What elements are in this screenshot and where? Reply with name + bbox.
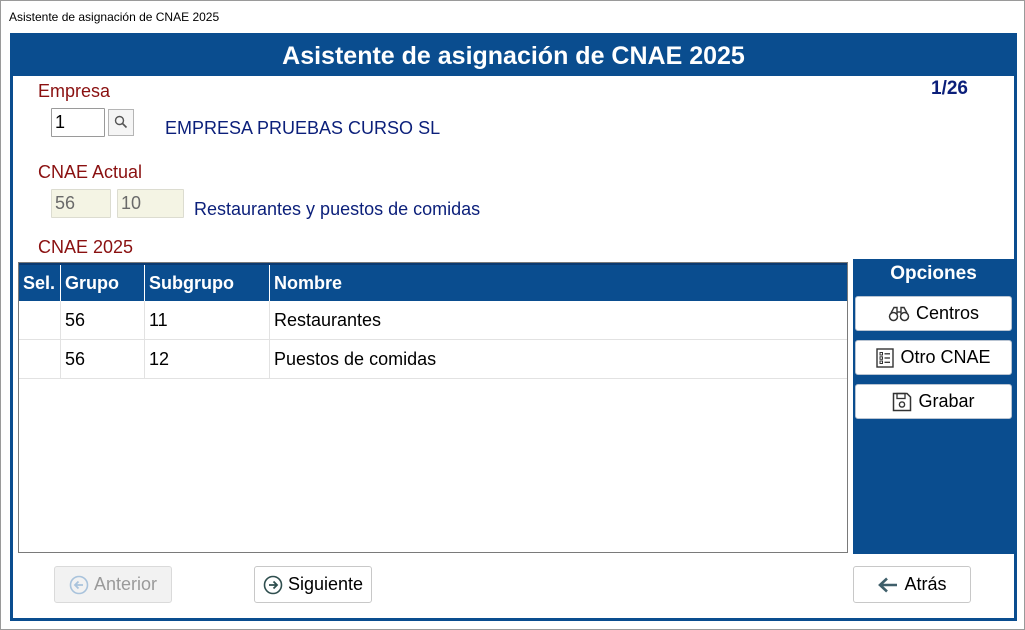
col-sel[interactable]: Sel. — [19, 265, 61, 301]
cnae-actual-grupo-field: 56 — [51, 189, 111, 218]
col-nombre[interactable]: Nombre — [270, 265, 847, 301]
empresa-search-button[interactable] — [108, 109, 134, 136]
page-title: Asistente de asignación de CNAE 2025 — [13, 36, 1014, 76]
grabar-button-label: Grabar — [918, 391, 975, 411]
centros-button[interactable]: Centros — [855, 296, 1012, 331]
cnae-actual-description: Restaurantes y puestos de comidas — [194, 199, 481, 219]
cell-grupo: 56 — [61, 340, 145, 378]
cell-grupo: 56 — [61, 301, 145, 339]
cell-sel[interactable] — [19, 301, 61, 339]
wizard-window: Asistente de asignación de CNAE 2025 Asi… — [0, 0, 1025, 630]
otro-cnae-button[interactable]: Otro CNAE — [855, 340, 1012, 375]
magnifier-icon — [114, 115, 128, 129]
options-title: Opciones — [890, 263, 977, 284]
cnae2025-table: Sel. Grupo Subgrupo Nombre 56 11 Restaur… — [18, 262, 848, 553]
otro-cnae-button-label: Otro CNAE — [900, 347, 991, 367]
circle-arrow-left-icon — [69, 575, 89, 594]
list-checklist-icon — [876, 347, 895, 368]
cnae2025-label: CNAE 2025 — [38, 237, 134, 257]
options-panel: Opciones Centros Otro CNAE Grabar — [853, 259, 1014, 554]
grabar-button[interactable]: Grabar — [855, 384, 1012, 419]
siguiente-button-label: Siguiente — [287, 574, 364, 594]
centros-button-label: Centros — [915, 303, 980, 323]
cell-sel[interactable] — [19, 340, 61, 378]
empresa-label: Empresa — [38, 81, 111, 101]
empresa-code-input[interactable]: 1 — [51, 108, 105, 137]
cell-subgrupo: 11 — [145, 301, 270, 339]
anterior-button[interactable]: Anterior — [54, 566, 172, 603]
cell-subgrupo: 12 — [145, 340, 270, 378]
cell-nombre: Puestos de comidas — [274, 349, 437, 369]
col-subgrupo[interactable]: Subgrupo — [145, 265, 270, 301]
window-title: Asistente de asignación de CNAE 2025 — [1, 1, 1024, 31]
arrow-left-icon — [878, 577, 898, 592]
wizard-frame: Asistente de asignación de CNAE 2025 1/2… — [10, 33, 1017, 621]
table-header: Sel. Grupo Subgrupo Nombre — [19, 263, 847, 301]
cell-nombre: Restaurantes — [274, 310, 382, 330]
empresa-name: EMPRESA PRUEBAS CURSO SL — [165, 118, 441, 138]
table-row[interactable]: 56 11 Restaurantes — [19, 301, 847, 340]
cnae-actual-label: CNAE Actual — [38, 162, 143, 182]
siguiente-button[interactable]: Siguiente — [254, 566, 372, 603]
binoculars-icon — [888, 306, 910, 321]
col-grupo[interactable]: Grupo — [61, 265, 145, 301]
cnae-actual-subgrupo-field: 10 — [117, 189, 184, 218]
atras-button-label: Atrás — [904, 574, 947, 594]
anterior-button-label: Anterior — [93, 574, 158, 594]
floppy-disk-icon — [893, 392, 912, 411]
circle-arrow-right-icon — [263, 575, 283, 594]
table-row[interactable]: 56 12 Puestos de comidas — [19, 340, 847, 379]
record-counter: 1/26 — [931, 78, 968, 99]
atras-button[interactable]: Atrás — [853, 566, 971, 603]
